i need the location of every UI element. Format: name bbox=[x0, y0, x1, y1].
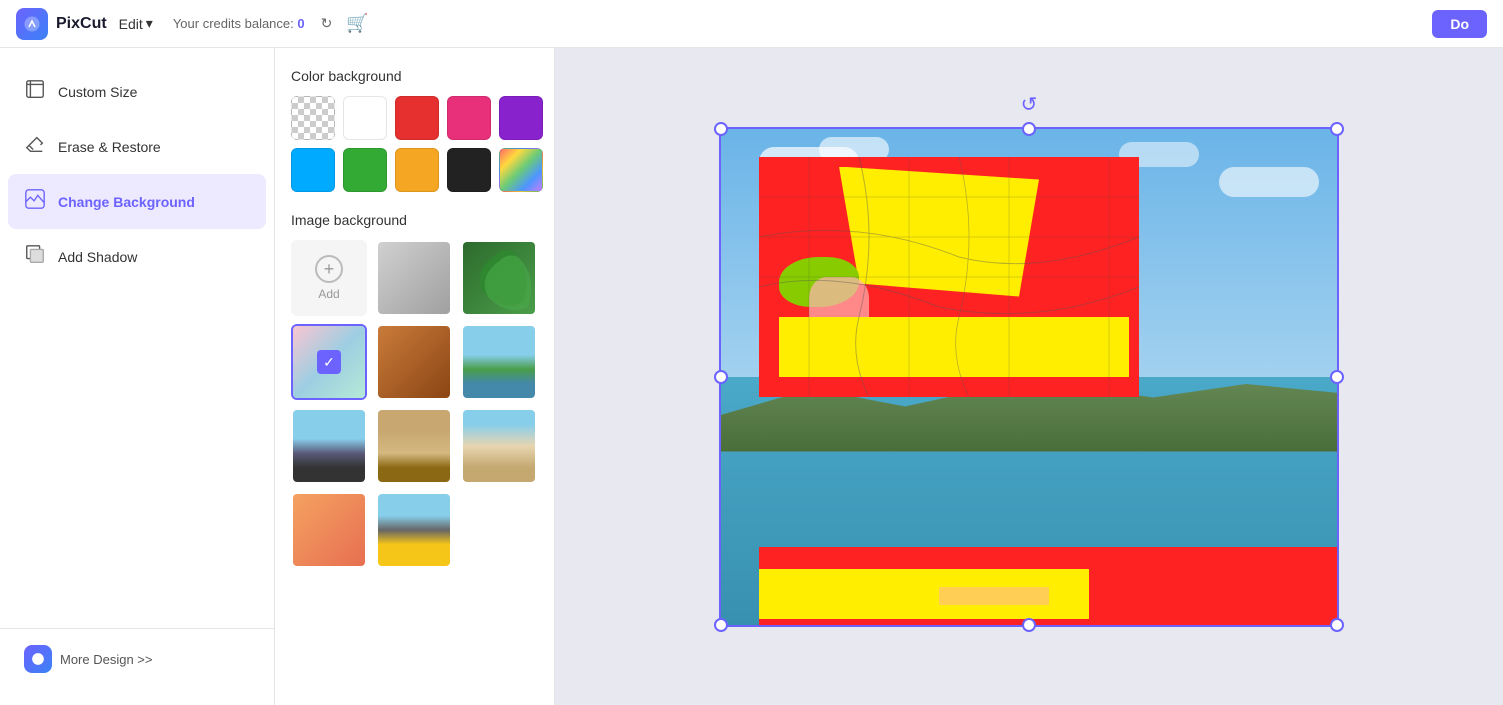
edit-menu[interactable]: Edit ▾ bbox=[119, 15, 153, 32]
color-swatch-black[interactable] bbox=[447, 148, 491, 192]
bottom-stripe bbox=[939, 587, 1049, 605]
color-bg-title: Color background bbox=[291, 68, 538, 84]
cart-icon[interactable]: 🛒 bbox=[346, 13, 368, 34]
sidebar-item-erase-restore[interactable]: Erase & Restore bbox=[0, 119, 274, 174]
credits-label: Your credits balance: 0 bbox=[173, 16, 305, 31]
erase-restore-icon bbox=[24, 133, 46, 160]
brand-name: PixCut bbox=[56, 15, 107, 33]
sidebar-bottom: More Design >> bbox=[0, 628, 274, 689]
background-panel: Color background Image background + Add bbox=[275, 48, 555, 705]
canvas-background bbox=[719, 127, 1339, 627]
color-swatch-cyan[interactable] bbox=[291, 148, 335, 192]
rotate-handle[interactable]: ↺ bbox=[1017, 93, 1041, 117]
color-swatch-red[interactable] bbox=[395, 96, 439, 140]
change-bg-icon bbox=[24, 188, 46, 215]
bottom-overlay bbox=[759, 547, 1339, 627]
bg-thumb-taxi[interactable] bbox=[376, 492, 452, 568]
canvas-wrapper: ↺ bbox=[719, 127, 1339, 627]
main-layout: Custom Size Erase & Restore Change Backg… bbox=[0, 48, 1503, 705]
color-swatch-transparent[interactable] bbox=[291, 96, 335, 140]
bg-thumb-street[interactable] bbox=[461, 408, 537, 484]
sidebar-item-add-shadow[interactable]: Add Shadow bbox=[0, 229, 274, 284]
bg-thumb-sky[interactable] bbox=[461, 324, 537, 400]
add-circle-icon: + bbox=[315, 255, 343, 283]
map-lines bbox=[759, 157, 1139, 397]
color-swatch-rainbow[interactable] bbox=[499, 148, 543, 192]
bg-thumb-gray[interactable] bbox=[376, 240, 452, 316]
done-button[interactable]: Do bbox=[1432, 10, 1487, 38]
sidebar-label-custom-size: Custom Size bbox=[58, 84, 137, 100]
custom-size-icon bbox=[24, 78, 46, 105]
sidebar-label-add-shadow: Add Shadow bbox=[58, 249, 137, 265]
selected-checkmark: ✓ bbox=[317, 350, 341, 374]
sidebar-item-custom-size[interactable]: Custom Size bbox=[0, 64, 274, 119]
add-image-thumb[interactable]: + Add bbox=[291, 240, 367, 316]
image-bg-title: Image background bbox=[291, 212, 538, 228]
left-sidebar: Custom Size Erase & Restore Change Backg… bbox=[0, 48, 275, 705]
bg-thumb-door[interactable] bbox=[291, 492, 367, 568]
image-bg-grid: + Add ✓ bbox=[291, 240, 538, 568]
logo-icon bbox=[16, 8, 48, 40]
credits-value: 0 bbox=[297, 16, 304, 31]
bg-thumb-warm[interactable] bbox=[376, 324, 452, 400]
sidebar-label-erase-restore: Erase & Restore bbox=[58, 139, 161, 155]
more-design-icon bbox=[24, 645, 52, 673]
more-design-label: More Design >> bbox=[60, 652, 153, 667]
sidebar-item-change-background[interactable]: Change Background bbox=[8, 174, 266, 229]
color-swatch-purple[interactable] bbox=[499, 96, 543, 140]
refresh-icon[interactable]: ↻ bbox=[321, 15, 333, 32]
logo: PixCut bbox=[16, 8, 107, 40]
color-swatch-pink[interactable] bbox=[447, 96, 491, 140]
add-shadow-icon bbox=[24, 243, 46, 270]
cloud-5 bbox=[1219, 167, 1319, 197]
bg-thumb-arch[interactable] bbox=[376, 408, 452, 484]
color-swatch-green[interactable] bbox=[343, 148, 387, 192]
more-design-link[interactable]: More Design >> bbox=[24, 645, 250, 673]
color-swatch-orange[interactable] bbox=[395, 148, 439, 192]
add-label: Add bbox=[318, 287, 339, 301]
bg-thumb-pastel-selected[interactable]: ✓ bbox=[291, 324, 367, 400]
sidebar-label-change-background: Change Background bbox=[58, 194, 195, 210]
canvas-area: ↺ bbox=[555, 48, 1503, 705]
bg-thumb-leaf[interactable] bbox=[461, 240, 537, 316]
color-swatch-white[interactable] bbox=[343, 96, 387, 140]
bg-thumb-mountain[interactable] bbox=[291, 408, 367, 484]
map-overlay-top bbox=[759, 157, 1139, 397]
color-grid bbox=[291, 96, 538, 192]
app-header: PixCut Edit ▾ Your credits balance: 0 ↻ … bbox=[0, 0, 1503, 48]
